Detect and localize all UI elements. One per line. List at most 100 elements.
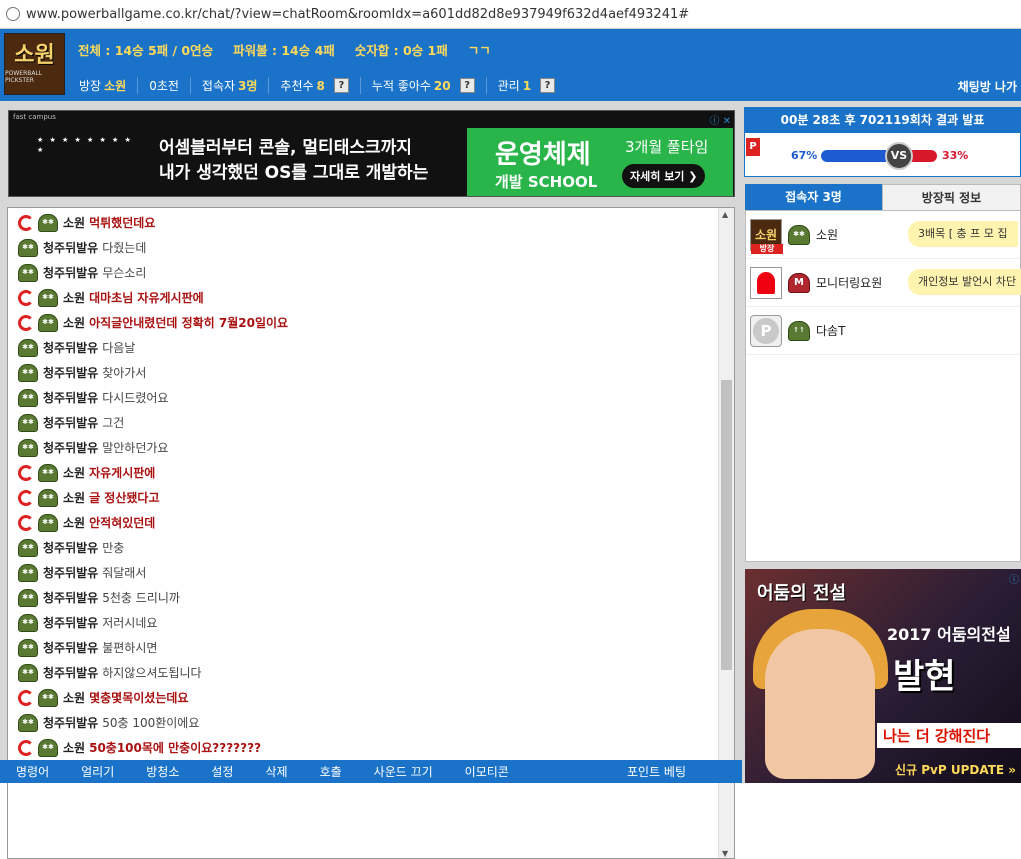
recommend-help-button[interactable]: ? [333, 78, 349, 93]
chat-nickname[interactable]: 소원 [63, 489, 85, 506]
chat-message: ✱✱ 소원 글 정산됐다고 [8, 485, 720, 510]
record-stats: 전체 : 14승 5패 / 0연승 파워볼 : 14승 4패 숫자합 : 0승 … [78, 29, 491, 69]
chat-nickname[interactable]: 청주뒤발유 [43, 664, 98, 681]
admin-help-button[interactable]: ? [540, 78, 556, 93]
room-info-bar: 방장 소원 0초전 접속자 3명 추천수 8 ? 누적 좋아수 20 ? 관리 … [68, 70, 1021, 101]
chat-nickname[interactable]: 소원 [63, 464, 85, 481]
rank-icon [18, 689, 34, 706]
freeze-button[interactable]: 얼리기 [65, 763, 130, 780]
cumulative-help-button[interactable]: ? [459, 78, 475, 93]
tab-owner-info[interactable]: 방장픽 정보 [882, 184, 1021, 210]
user-row[interactable]: 소원 방장 ✱✱ 소원 3배목 [ 충 프 모 집 [746, 211, 1020, 259]
scroll-down-icon[interactable]: ▼ [722, 849, 728, 858]
chat-nickname[interactable]: 청주뒤발유 [43, 714, 98, 731]
owner-label: 방장 [79, 79, 102, 93]
chat-message: ✱✱ 청주뒤발유 무슨소리 [8, 260, 720, 285]
chat-text: 다줬는데 [102, 241, 147, 255]
ad-line2: 내가 생각했던 OS를 그대로 개발하는 [159, 163, 429, 183]
ad-update-link[interactable]: 신규 PvP UPDATE » [895, 761, 1016, 778]
chat-message: ✱✱ 소원 아직글안내렸던데 정확히 7월20일이요 [8, 310, 720, 335]
chat-text: 안적혀있던데 [89, 516, 156, 530]
chat-nickname[interactable]: 청주뒤발유 [43, 614, 98, 631]
ad-info-icon[interactable]: ⓘ [1009, 571, 1019, 586]
chat-nickname[interactable]: 소원 [63, 689, 85, 706]
chat-nickname[interactable]: 소원 [63, 214, 85, 231]
avatar-icon: ✱✱ [18, 238, 38, 257]
user-row[interactable]: ⇑⇑ 다솜T [746, 307, 1020, 355]
avatar-icon: ✱✱ [38, 488, 58, 507]
browser-url-bar[interactable]: www.powerballgame.co.kr/chat/?view=chatR… [0, 0, 1021, 29]
chat-text: 저러시네요 [102, 616, 158, 630]
user-photo: 소원 방장 [750, 218, 783, 254]
avatar-icon: ✱✱ [18, 588, 38, 607]
recommend-info: 추천수 8 ? [269, 77, 361, 94]
chat-nickname[interactable]: 청주뒤발유 [43, 439, 98, 456]
init-text: 0초전 [149, 79, 179, 93]
init-info: 0초전 [138, 77, 191, 94]
result-panel: 00분 28초 후 702119회차 결과 발표 P 67% VS 33% [744, 107, 1021, 177]
chat-message: ✱✱ 청주뒤발유 만충 [8, 535, 720, 560]
chat-nickname[interactable]: 청주뒤발유 [43, 339, 98, 356]
user-name[interactable]: 모니터링요원 [816, 274, 882, 291]
command-button[interactable]: 명령어 [0, 763, 65, 780]
scroll-thumb[interactable] [721, 380, 732, 670]
user-row[interactable]: M 모니터링요원 개인정보 발언시 차단 [746, 259, 1021, 307]
chat-nickname[interactable]: 청주뒤발유 [43, 389, 98, 406]
sound-off-button[interactable]: 사운드 끄기 [358, 763, 449, 780]
settings-button[interactable]: 설정 [195, 763, 249, 780]
chat-nickname[interactable]: 청주뒤발유 [43, 414, 98, 431]
chat-nickname[interactable]: 청주뒤발유 [43, 564, 98, 581]
delete-button[interactable]: 삭제 [249, 763, 303, 780]
exit-room-button[interactable]: 채팅방 나가 [958, 78, 1017, 95]
chat-nickname[interactable]: 소원 [63, 739, 85, 756]
chat-nickname[interactable]: 청주뒤발유 [43, 639, 98, 656]
clean-room-button[interactable]: 방청소 [130, 763, 195, 780]
chat-nickname[interactable]: 청주뒤발유 [43, 589, 98, 606]
stat-powerball: 파워볼 : 14승 4패 [233, 42, 335, 58]
chat-nickname[interactable]: 소원 [63, 314, 85, 331]
chat-nickname[interactable]: 청주뒤발유 [43, 264, 98, 281]
chat-message: ✱✱ 청주뒤발유 찾아가서 [8, 360, 720, 385]
ad-year-text: 2017 어둠의전설 [887, 625, 1011, 644]
chat-text: 먹튀했던데요 [89, 216, 156, 230]
chat-nickname[interactable]: 청주뒤발유 [43, 239, 98, 256]
side-tabs: 접속자 3명 방장픽 정보 [745, 184, 1021, 210]
ad-info-close-icon[interactable]: ⓘ ✕ [709, 112, 731, 127]
top-ad-banner[interactable]: fast campus ⓘ ✕ ★ ★ ★ ★ ★ ★ ★ ★ ★ 어셈블러부터… [8, 110, 735, 197]
call-button[interactable]: 호출 [304, 763, 358, 780]
chat-nickname[interactable]: 소원 [63, 514, 85, 531]
chat-message: ✱✱ 청주뒤발유 다음날 [8, 335, 720, 360]
ad-brand: fast campus [13, 113, 56, 121]
stat-extra: ㄱㄱ [467, 42, 491, 58]
siren-icon [750, 266, 782, 299]
chat-nickname[interactable]: 소원 [63, 289, 85, 306]
stat-total: 전체 : 14승 5패 / 0연승 [78, 42, 214, 58]
tab-users[interactable]: 접속자 3명 [745, 184, 882, 210]
chat-nickname[interactable]: 청주뒤발유 [43, 539, 98, 556]
ad-line1: 어셈블러부터 콘솔, 멀티태스크까지 [159, 138, 412, 158]
globe-icon [6, 7, 20, 21]
chat-message: ✱✱ 소원 대마초님 자유게시판에 [8, 285, 720, 310]
ad-green-panel[interactable]: 운영체제 개발 SCHOOL 3개월 풀타임 자세히 보기 ❯ [467, 128, 733, 196]
avatar-icon: ✱✱ [18, 263, 38, 282]
ad-cta-button[interactable]: 자세히 보기 ❯ [622, 164, 706, 188]
rank-icon [18, 214, 34, 231]
owner-name[interactable]: 소원 [104, 77, 126, 94]
scroll-up-icon[interactable]: ▲ [722, 210, 728, 219]
chat-nickname[interactable]: 청주뒤발유 [43, 364, 98, 381]
chat-message: ✱✱ 소원 자유게시판에 [8, 460, 720, 485]
chat-text: 무슨소리 [102, 266, 147, 280]
emoticon-button[interactable]: 이모티콘 [449, 763, 525, 780]
user-name[interactable]: 소원 [816, 226, 838, 243]
odds-bar: P 67% VS 33% [745, 135, 1020, 177]
side-ad-banner[interactable]: 어둠의 전설 2017 어둠의전설 발현 나는 더 강해진다 신규 PvP UP… [745, 569, 1021, 783]
right-percent: 33% [942, 149, 969, 162]
point-bet-button[interactable]: 포인트 베팅 [611, 763, 702, 780]
chat-text: 만충 [102, 541, 125, 555]
default-avatar-icon [750, 314, 782, 347]
chat-pane: fast campus ⓘ ✕ ★ ★ ★ ★ ★ ★ ★ ★ ★ 어셈블러부터… [0, 101, 742, 859]
owner-info: 방장 소원 [68, 77, 139, 94]
level-avatar-icon: ⇑⇑ [788, 320, 810, 341]
avatar-icon: ✱✱ [18, 388, 38, 407]
user-name[interactable]: 다솜T [816, 322, 845, 339]
